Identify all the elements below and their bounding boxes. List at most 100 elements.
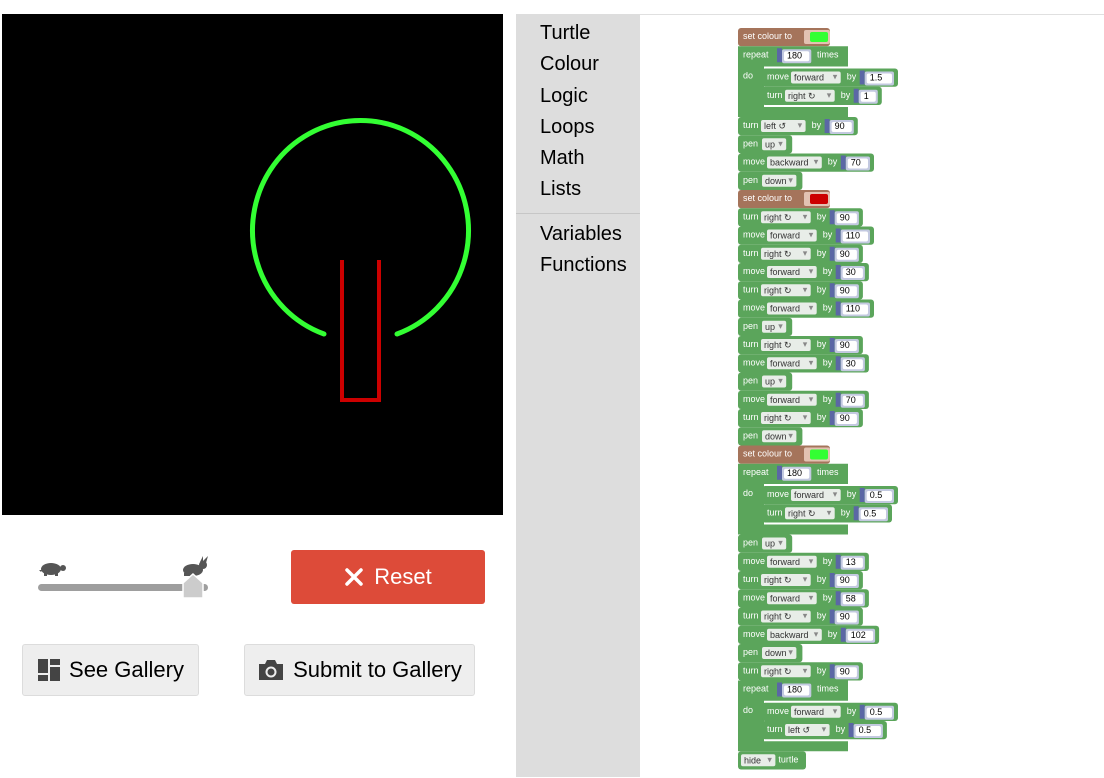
amount-field-value: 30 [846, 358, 856, 368]
turn-label: turn [743, 412, 759, 422]
statement-block[interactable]: turn right ↻ ▾ by 90 [738, 662, 863, 681]
direction-dropdown-arrow: ▾ [798, 120, 803, 130]
turtle-label: turtle [778, 754, 798, 764]
by-label: by [817, 248, 827, 258]
colour-swatch[interactable] [810, 449, 828, 460]
colour-swatch[interactable] [810, 194, 828, 204]
direction-dropdown-value: forward [770, 395, 800, 405]
direction-dropdown-arrow: ▾ [814, 629, 819, 639]
by-label: by [828, 629, 838, 639]
submit-gallery-label: Submit to Gallery [293, 657, 462, 682]
direction-dropdown-arrow: ▾ [814, 157, 819, 167]
statement-block[interactable]: turn right ↻ ▾ by 90 [738, 571, 863, 590]
by-label: by [836, 724, 846, 734]
statement-block[interactable]: turn left ↺ ▾ by 90 [738, 117, 858, 136]
direction-dropdown-arrow: ▾ [803, 611, 808, 621]
category-variables[interactable]: Variables [540, 222, 622, 246]
pen-dropdown-arrow: ▾ [778, 138, 783, 148]
statement-block[interactable]: pen down ▾ [738, 644, 803, 663]
statement-block[interactable]: set colour to [738, 190, 830, 209]
statement-block[interactable]: turn right ↻ ▾ by 90 [738, 281, 863, 300]
amount-field-value: 0.5 [864, 508, 877, 518]
statement-block[interactable]: pen up ▾ [738, 372, 793, 391]
statement-block[interactable]: turn right ↻ ▾ by 90 [738, 607, 863, 626]
category-lists[interactable]: Lists [540, 177, 581, 201]
statement-block[interactable]: move forward ▾ by 58 [738, 589, 869, 608]
turn-label: turn [743, 248, 759, 258]
set-colour-label: set colour to [743, 193, 792, 203]
direction-dropdown-arrow: ▾ [833, 489, 838, 499]
repeat-block[interactable]: repeat 180 timesdo move forward ▾ by 0.5turn lef… [738, 680, 898, 752]
statement-block[interactable]: pen down ▾ [738, 171, 803, 190]
number-socket [824, 119, 830, 133]
statement-block[interactable]: move forward ▾ by 30 [738, 354, 869, 373]
visibility-dropdown-value: hide [744, 755, 761, 765]
statement-block[interactable]: move forward ▾ by 70 [738, 390, 869, 409]
category-turtle[interactable]: Turtle [540, 21, 590, 45]
statement-block[interactable]: move forward ▾ by 13 [738, 552, 869, 571]
category-colour[interactable]: Colour [540, 52, 599, 76]
statement-block[interactable]: pen up ▾ [738, 317, 793, 336]
direction-dropdown-arrow: ▾ [803, 248, 808, 258]
repeat-block[interactable]: repeat 180 timesdo move forward ▾ by 0.5turn rig… [738, 463, 898, 535]
number-socket [777, 48, 782, 63]
direction-dropdown-arrow: ▾ [809, 357, 814, 367]
direction-dropdown-arrow: ▾ [809, 230, 814, 240]
statement-block[interactable]: turn right ↻ ▾ by 90 [738, 244, 863, 263]
speed-thumb[interactable] [182, 573, 204, 599]
direction-dropdown-value: forward [770, 304, 800, 314]
direction-dropdown-value: forward [794, 707, 824, 717]
statement-block[interactable]: set colour to [738, 445, 830, 464]
repeat-block[interactable]: repeat 180 timesdo move forward ▾ by 1.5turn rig… [738, 46, 898, 117]
number-socket [835, 228, 841, 243]
direction-dropdown-value: forward [770, 358, 800, 368]
statement-block[interactable]: pen up ▾ [738, 534, 793, 553]
move-label: move [743, 592, 765, 602]
statement-block[interactable]: turn right ↻ ▾ by 90 [738, 409, 863, 428]
direction-dropdown-arrow: ▾ [809, 303, 814, 313]
statement-block[interactable]: turn right ↻ ▾ by 90 [738, 208, 863, 227]
statement-block[interactable]: pen down ▾ [738, 427, 803, 446]
move-label: move [743, 157, 765, 167]
speed-slider[interactable] [36, 556, 212, 602]
move-label: move [743, 357, 765, 367]
statement-block[interactable]: move forward ▾ by 110 [738, 299, 874, 318]
number-socket [859, 488, 865, 502]
pen-label: pen [743, 376, 758, 386]
camera-icon [259, 660, 284, 680]
category-logic[interactable]: Logic [540, 84, 588, 108]
number-socket [777, 682, 782, 697]
pen-dropdown-value: down [765, 648, 787, 658]
statement-block[interactable]: move backward ▾ by 70 [738, 153, 874, 172]
direction-dropdown-value: right ↻ [764, 340, 792, 350]
statement-block[interactable]: hide ▾ turtle [738, 751, 806, 770]
by-label: by [823, 303, 833, 313]
gallery-icon [38, 659, 61, 681]
statement-block[interactable]: set colour to [738, 28, 830, 47]
turn-label: turn [743, 120, 759, 130]
number-socket [840, 627, 846, 642]
category-math[interactable]: Math [540, 146, 584, 170]
category-functions[interactable]: Functions [540, 253, 627, 277]
colour-swatch[interactable] [810, 32, 828, 42]
statement-block[interactable]: move forward ▾ by 30 [738, 263, 869, 282]
statement-block[interactable]: pen up ▾ [738, 135, 793, 154]
number-socket [829, 609, 835, 624]
blockly-workspace[interactable]: set colour to repeat 180 times do move forward… [640, 14, 1104, 777]
category-loops[interactable]: Loops [540, 115, 595, 139]
direction-dropdown-value: right ↻ [788, 91, 816, 101]
amount-field-value: 70 [846, 395, 856, 405]
number-socket [835, 591, 841, 606]
statement-block[interactable]: turn right ↻ ▾ by 90 [738, 336, 863, 355]
submit-gallery-button[interactable]: Submit to Gallery [244, 644, 475, 696]
reset-button[interactable]: Reset [291, 550, 485, 604]
direction-dropdown-arrow: ▾ [833, 706, 838, 716]
see-gallery-button[interactable]: See Gallery [22, 644, 199, 696]
statement-block[interactable]: move forward ▾ by 110 [738, 226, 874, 245]
tree-canopy-arc [250, 118, 471, 337]
amount-field-value: 90 [840, 340, 850, 350]
statement-block[interactable]: move backward ▾ by 102 [738, 625, 880, 644]
number-socket [829, 664, 835, 679]
turn-label: turn [743, 665, 759, 675]
pen-dropdown-value: up [765, 377, 775, 387]
